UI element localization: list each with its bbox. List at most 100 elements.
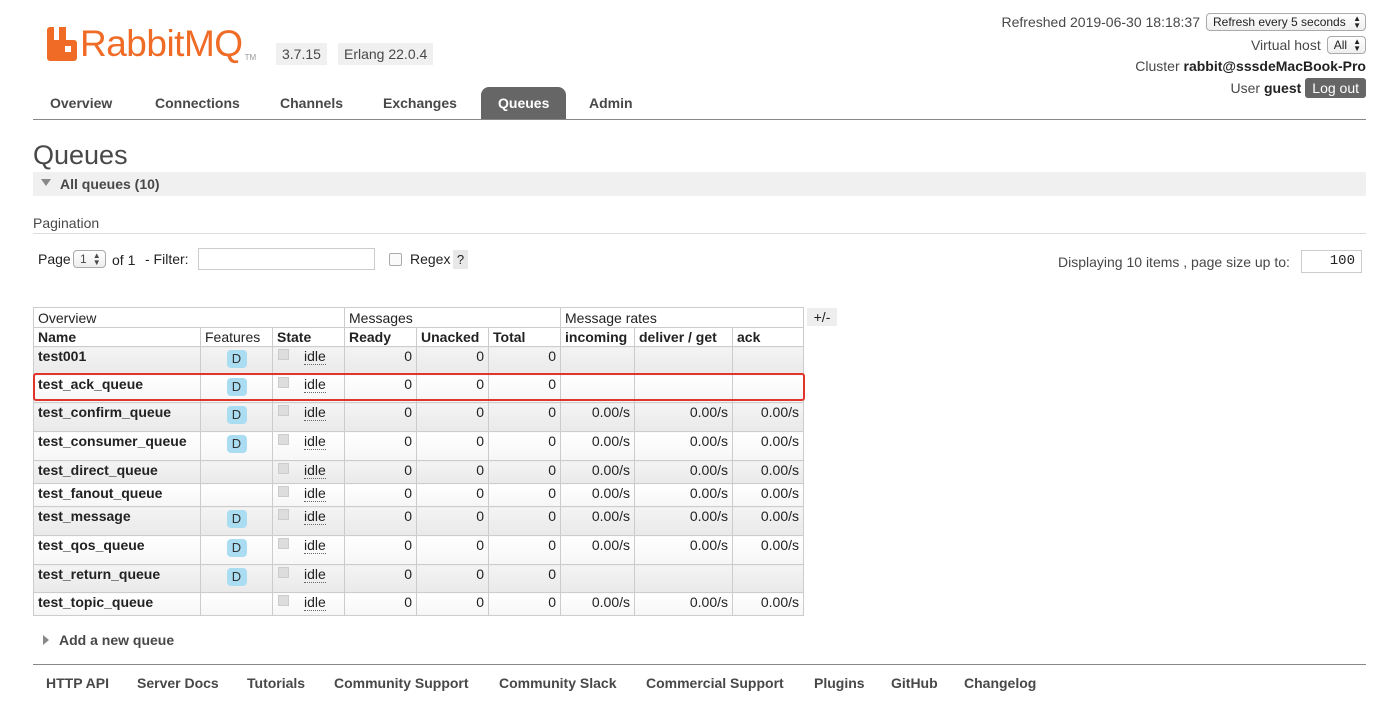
column-header-unacked[interactable]: Unacked <box>416 327 489 347</box>
incoming-rate: 0.00/s <box>560 535 635 565</box>
column-header-name[interactable]: Name <box>33 327 201 347</box>
state-label: idle <box>304 404 326 421</box>
logo-wordmark: RabbitMQ <box>80 23 243 64</box>
state-cell: idle <box>272 483 345 507</box>
footer-link-community-slack[interactable]: Community Slack <box>499 675 616 691</box>
state-cell: idle <box>272 402 345 432</box>
queue-name-link[interactable]: test001 <box>33 346 201 375</box>
queue-name-link[interactable]: test_qos_queue <box>33 535 201 565</box>
page-title: Queues <box>33 140 128 170</box>
state-label: idle <box>304 376 326 393</box>
incoming-rate <box>560 564 635 593</box>
tab-exchanges[interactable]: Exchanges <box>366 87 474 119</box>
queue-name-link[interactable]: test_confirm_queue <box>33 402 201 432</box>
group-header-message-rates: Message rates <box>560 307 804 328</box>
version-badge: 3.7.15 <box>276 43 327 65</box>
ack-rate: 0.00/s <box>732 431 804 461</box>
ready-count: 0 <box>344 431 417 461</box>
unacked-count: 0 <box>416 564 489 593</box>
vhost-select[interactable]: All ▲ ▼ <box>1326 36 1366 54</box>
regex-checkbox[interactable] <box>389 253 402 266</box>
total-count: 0 <box>488 402 561 432</box>
queue-name-link[interactable]: test_topic_queue <box>33 592 201 616</box>
column-header-ack[interactable]: ack <box>732 327 804 347</box>
ack-rate <box>732 374 804 403</box>
vhost-value: All <box>1333 38 1348 52</box>
durable-badge: D <box>226 435 247 453</box>
column-header-deliver-get[interactable]: deliver / get <box>634 327 733 347</box>
footer-link-github[interactable]: GitHub <box>891 675 938 691</box>
state-label: idle <box>304 485 326 502</box>
state-cell: idle <box>272 374 345 403</box>
queue-row: test_consumer_queue Didle 0 0 0 0.00/s 0.00/s 0… <box>33 431 804 461</box>
queue-name-link[interactable]: test_consumer_queue <box>33 431 201 461</box>
durable-badge: D <box>226 406 247 424</box>
tab-admin[interactable]: Admin <box>572 87 650 119</box>
footer-link-commercial-support[interactable]: Commercial Support <box>646 675 784 691</box>
queue-name-link[interactable]: test_ack_queue <box>33 374 201 403</box>
column-header-state[interactable]: State <box>272 327 345 347</box>
deliver-get-rate: 0.00/s <box>634 506 733 536</box>
footer-link-changelog[interactable]: Changelog <box>964 675 1036 691</box>
unacked-count: 0 <box>416 431 489 461</box>
incoming-rate <box>560 346 635 375</box>
column-header-total[interactable]: Total <box>488 327 561 347</box>
tab-connections[interactable]: Connections <box>138 87 257 119</box>
refresh-interval-select[interactable]: Refresh every 5 seconds ▲ ▼ <box>1206 13 1366 31</box>
tab-overview[interactable]: Overview <box>33 87 129 119</box>
ack-rate <box>732 346 804 375</box>
state-label: idle <box>304 508 326 525</box>
deliver-get-rate: 0.00/s <box>634 535 733 565</box>
footer-link-http-api[interactable]: HTTP API <box>46 675 109 691</box>
page-size-input[interactable]: 100 <box>1301 250 1362 273</box>
ack-rate: 0.00/s <box>732 460 804 484</box>
filter-label: - Filter: <box>145 251 189 267</box>
footer-link-server-docs[interactable]: Server Docs <box>137 675 219 691</box>
select-arrows-icon: ▲ ▼ <box>92 251 101 267</box>
add-new-queue-toggle[interactable]: Add a new queue <box>43 632 174 648</box>
cluster-name: rabbit@sssdeMacBook-Pro <box>1183 58 1366 74</box>
column-header-incoming[interactable]: incoming <box>560 327 635 347</box>
queue-row: test_ack_queue Didle 0 0 0 <box>33 374 804 403</box>
incoming-rate: 0.00/s <box>560 460 635 484</box>
footer-link-community-support[interactable]: Community Support <box>334 675 469 691</box>
expand-triangle-icon <box>43 635 49 645</box>
regex-help-button[interactable]: ? <box>453 250 468 269</box>
all-queues-section-toggle[interactable]: All queues (10) <box>33 172 1366 196</box>
unacked-count: 0 <box>416 592 489 616</box>
ack-rate: 0.00/s <box>732 535 804 565</box>
features-cell: D <box>200 535 273 565</box>
unacked-count: 0 <box>416 506 489 536</box>
features-cell <box>200 592 273 616</box>
state-indicator-icon <box>278 486 289 497</box>
ready-count: 0 <box>344 346 417 375</box>
unacked-count: 0 <box>416 483 489 507</box>
column-toggle-button[interactable]: +/- <box>807 308 837 326</box>
rabbitmq-logo[interactable]: RabbitMQ TM <box>44 23 256 64</box>
page-number-select[interactable]: 1 ▲ ▼ <box>73 250 106 268</box>
vhost-row: Virtual host All ▲ ▼ <box>1251 36 1366 54</box>
state-indicator-icon <box>278 405 289 416</box>
ready-count: 0 <box>344 592 417 616</box>
footer-link-tutorials[interactable]: Tutorials <box>247 675 305 691</box>
state-cell: idle <box>272 346 345 375</box>
queue-name-link[interactable]: test_return_queue <box>33 564 201 593</box>
ready-count: 0 <box>344 402 417 432</box>
page-label: Page <box>38 251 71 267</box>
footer-link-plugins[interactable]: Plugins <box>814 675 865 691</box>
queue-name-link[interactable]: test_direct_queue <box>33 460 201 484</box>
total-count: 0 <box>488 592 561 616</box>
queue-name-link[interactable]: test_fanout_queue <box>33 483 201 507</box>
unacked-count: 0 <box>416 460 489 484</box>
tab-queues[interactable]: Queues <box>481 87 567 119</box>
incoming-rate: 0.00/s <box>560 506 635 536</box>
queue-name-link[interactable]: test_message <box>33 506 201 536</box>
filter-input[interactable] <box>198 248 375 270</box>
tab-channels[interactable]: Channels <box>263 87 360 119</box>
column-header-features: Features <box>200 327 273 347</box>
state-indicator-icon <box>278 377 289 388</box>
durable-badge: D <box>226 539 247 557</box>
all-queues-section-label: All queues (10) <box>60 176 160 192</box>
column-header-ready[interactable]: Ready <box>344 327 417 347</box>
unacked-count: 0 <box>416 402 489 432</box>
